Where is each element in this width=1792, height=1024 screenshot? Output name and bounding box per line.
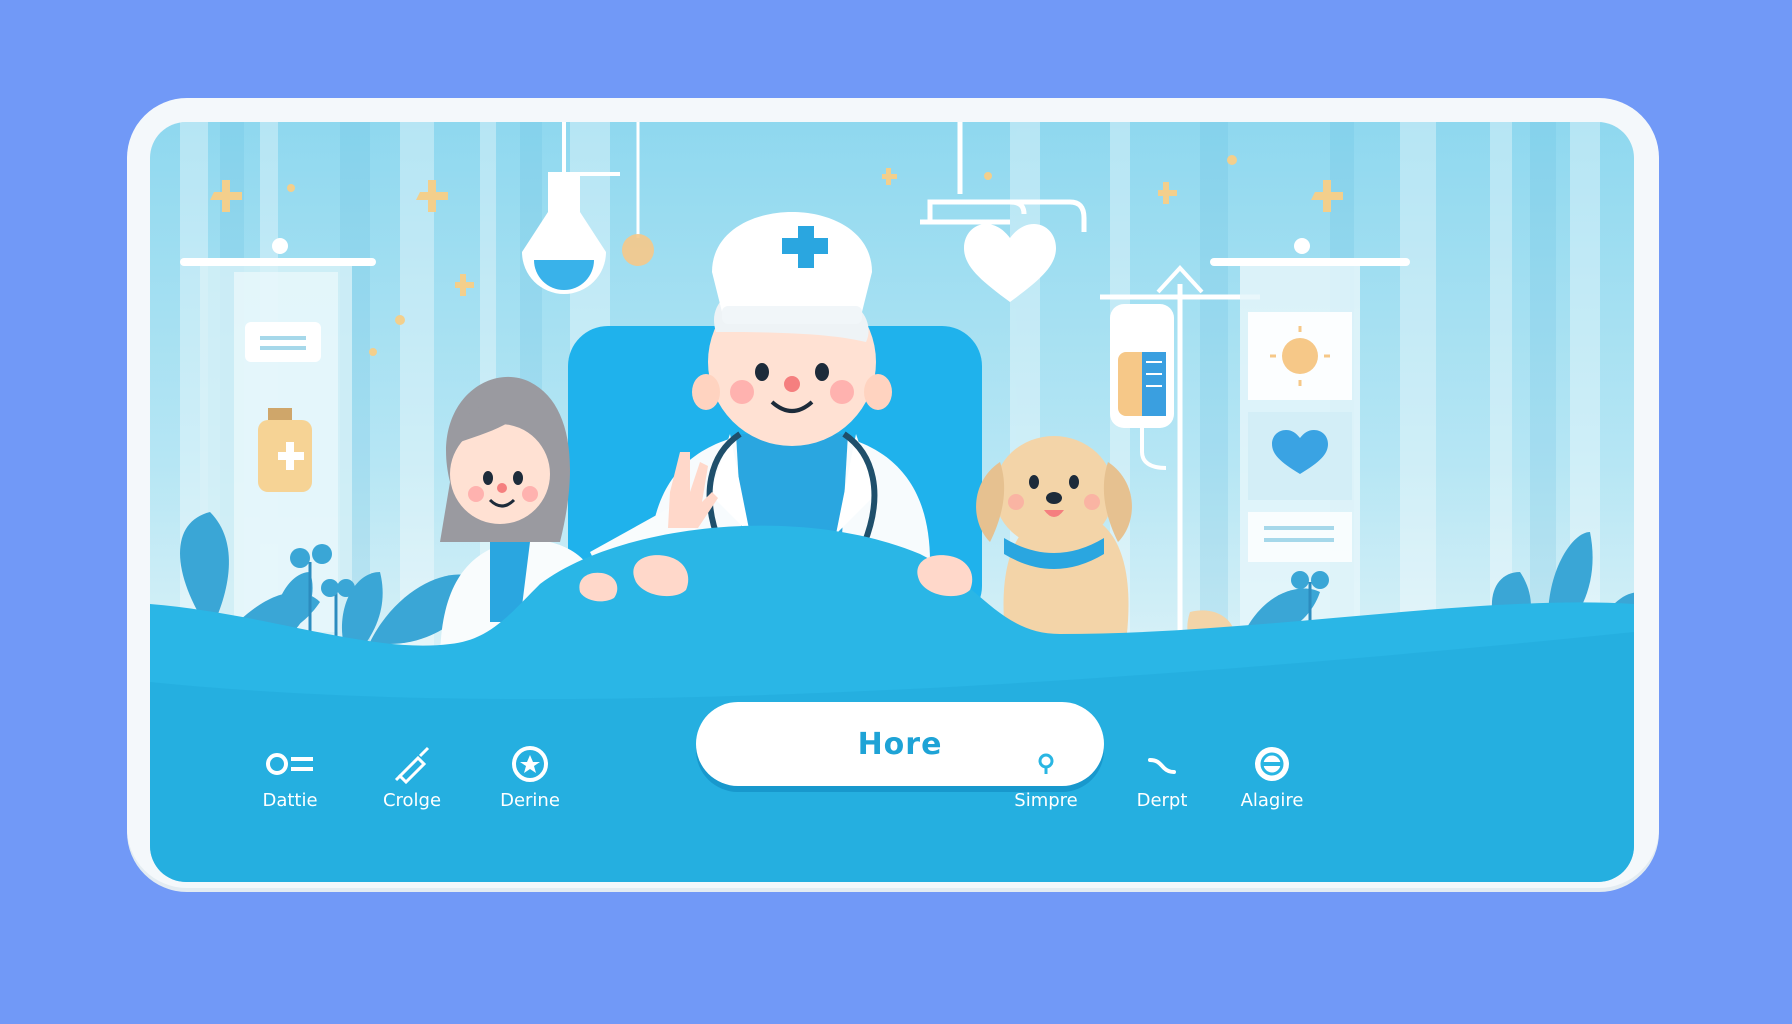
nav-item-derine[interactable]: Derine — [470, 744, 590, 811]
plus-circle-icon — [1212, 744, 1332, 784]
toggle-icon — [230, 744, 350, 784]
home-button-label: Hore — [857, 726, 943, 762]
nav-item-crolge[interactable]: Crolge — [352, 744, 472, 811]
syringe-icon — [352, 744, 472, 785]
nav-label: Alagire — [1240, 790, 1304, 811]
app-screen: Dattie Crolge Derine Hore Simpre Derpt A… — [150, 122, 1634, 882]
nav-label: Derpt — [1136, 790, 1188, 811]
nav-item-derpt[interactable]: Derpt — [1102, 744, 1222, 811]
nav-label: Dattie — [262, 790, 318, 811]
dog-character — [976, 436, 1235, 653]
nav-item-simpre[interactable]: Simpre — [986, 744, 1106, 811]
nav-label: Simpre — [1014, 790, 1078, 811]
nav-item-alagire[interactable]: Alagire — [1212, 744, 1332, 811]
curve-icon — [1102, 744, 1222, 784]
nav-item-dattie[interactable]: Dattie — [230, 744, 350, 811]
nav-label: Crolge — [382, 790, 442, 811]
nav-label: Derine — [500, 790, 560, 811]
bottom-nav-bar: Dattie Crolge Derine Hore Simpre Derpt A… — [150, 682, 1634, 882]
location-pin-icon — [986, 744, 1106, 784]
star-circle-icon — [470, 744, 590, 784]
